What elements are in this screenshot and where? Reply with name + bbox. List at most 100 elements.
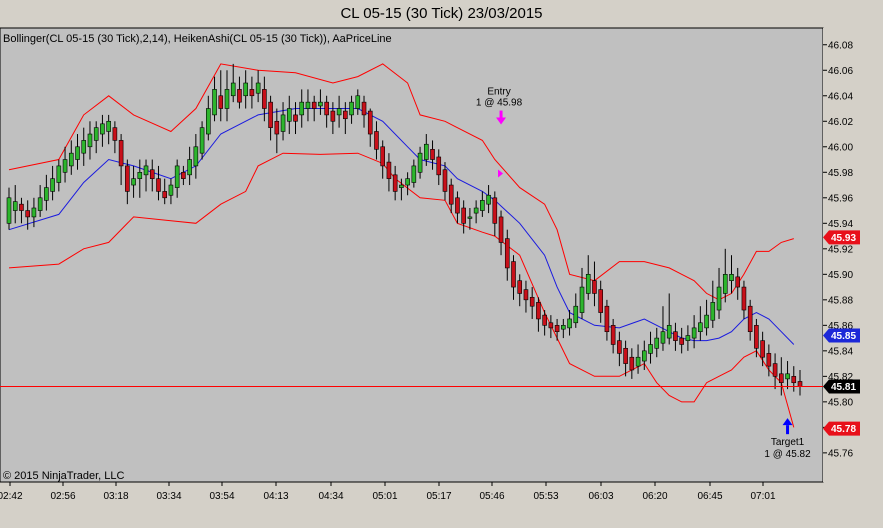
candle-body[interactable] [367,110,373,135]
candle-body[interactable] [461,207,466,224]
candle-body[interactable] [604,305,610,333]
candle-body[interactable] [243,82,248,97]
candle-body[interactable] [511,261,516,288]
candle-body[interactable] [480,200,485,211]
candle-body[interactable] [100,123,105,135]
candle-body[interactable] [405,178,410,186]
candle-body[interactable] [779,373,784,384]
candle-body[interactable] [299,101,305,116]
candle-body[interactable] [386,161,392,179]
candle-body[interactable] [168,184,174,196]
candle-body[interactable] [561,325,566,330]
candle-body[interactable] [741,286,747,311]
candle-body[interactable] [268,101,273,128]
candle-body[interactable] [542,314,547,326]
candle-body[interactable] [286,108,292,122]
candle-body[interactable] [25,210,30,218]
candle-body[interactable] [218,95,224,109]
candle-body[interactable] [598,289,603,313]
candle-body[interactable] [442,169,448,192]
candle-body[interactable] [710,302,716,321]
candle-body[interactable] [206,108,211,135]
candle-body[interactable] [374,131,379,150]
candle-body[interactable] [747,305,753,333]
candle-body[interactable] [660,331,666,344]
candle-body[interactable] [623,347,628,364]
candle-body[interactable] [554,325,560,333]
candle-body[interactable] [436,156,442,176]
candle-body[interactable] [722,274,728,294]
candle-body[interactable] [635,356,641,367]
candle-body[interactable] [212,89,217,116]
candle-body[interactable] [455,197,460,214]
candle-body[interactable] [641,350,647,362]
candle-body[interactable] [37,197,43,211]
candle-body[interactable] [293,114,298,122]
candle-body[interactable] [62,159,68,173]
candle-body[interactable] [754,325,759,349]
candle-body[interactable] [772,363,778,377]
candle-body[interactable] [486,194,491,205]
candle-body[interactable] [125,165,130,192]
candle-body[interactable] [274,120,280,135]
candle-body[interactable] [237,89,242,103]
candle-body[interactable] [318,101,323,107]
candle-body[interactable] [785,373,790,380]
candle-body[interactable] [392,174,398,192]
candle-body[interactable] [31,207,37,218]
candle-body[interactable] [75,146,80,160]
candle-body[interactable] [199,127,205,154]
candle-body[interactable] [19,203,24,211]
candle-body[interactable] [536,302,541,320]
candle-body[interactable] [12,201,18,211]
candle-body[interactable] [162,191,168,199]
candle-body[interactable] [523,289,529,301]
candle-body[interactable] [467,216,473,219]
candle-body[interactable] [610,325,616,345]
candle-body[interactable] [349,101,354,116]
candle-body[interactable] [617,340,622,354]
candle-body[interactable] [760,340,765,358]
candle-body[interactable] [230,82,236,97]
candle-body[interactable] [411,165,417,183]
candle-body[interactable] [679,337,684,345]
candle-body[interactable] [143,165,149,176]
candle-body[interactable] [174,165,180,188]
candle-body[interactable] [56,165,62,183]
candle-body[interactable] [691,327,697,339]
candle-body[interactable] [417,152,423,173]
candle-body[interactable] [361,101,367,116]
candle-body[interactable] [648,344,653,354]
candle-body[interactable] [305,101,311,109]
candle-body[interactable] [448,184,454,205]
candle-body[interactable] [423,143,429,160]
candle-body[interactable] [517,280,523,294]
candle-body[interactable] [492,197,498,224]
candle-body[interactable] [249,89,255,97]
candle-body[interactable] [87,133,93,148]
candle-body[interactable] [137,171,143,179]
candle-body[interactable] [529,296,535,307]
candle-body[interactable] [193,146,199,167]
candle-body[interactable] [311,101,317,109]
candle-body[interactable] [6,197,12,224]
candle-body[interactable] [704,314,709,329]
candle-body[interactable] [567,318,572,329]
candle-body[interactable] [666,325,672,339]
candle-body[interactable] [399,184,404,188]
candle-body[interactable] [654,337,660,349]
candle-body[interactable] [44,187,49,201]
candle-body[interactable] [380,146,386,167]
candle-body[interactable] [118,140,124,167]
candle-body[interactable] [106,120,111,132]
candle-body[interactable] [716,286,722,311]
candle-body[interactable] [343,110,348,120]
candle-body[interactable] [685,335,691,341]
candle-body[interactable] [50,178,55,192]
candle-body[interactable] [149,169,155,179]
price-chart[interactable]: 46.08 46.06 46.04 46.02 46.00 45.98 45.96 45.94… [0,0,883,528]
candle-body[interactable] [336,108,342,116]
candle-body[interactable] [112,127,118,141]
plot-area[interactable] [0,27,824,483]
candle-body[interactable] [797,381,803,387]
